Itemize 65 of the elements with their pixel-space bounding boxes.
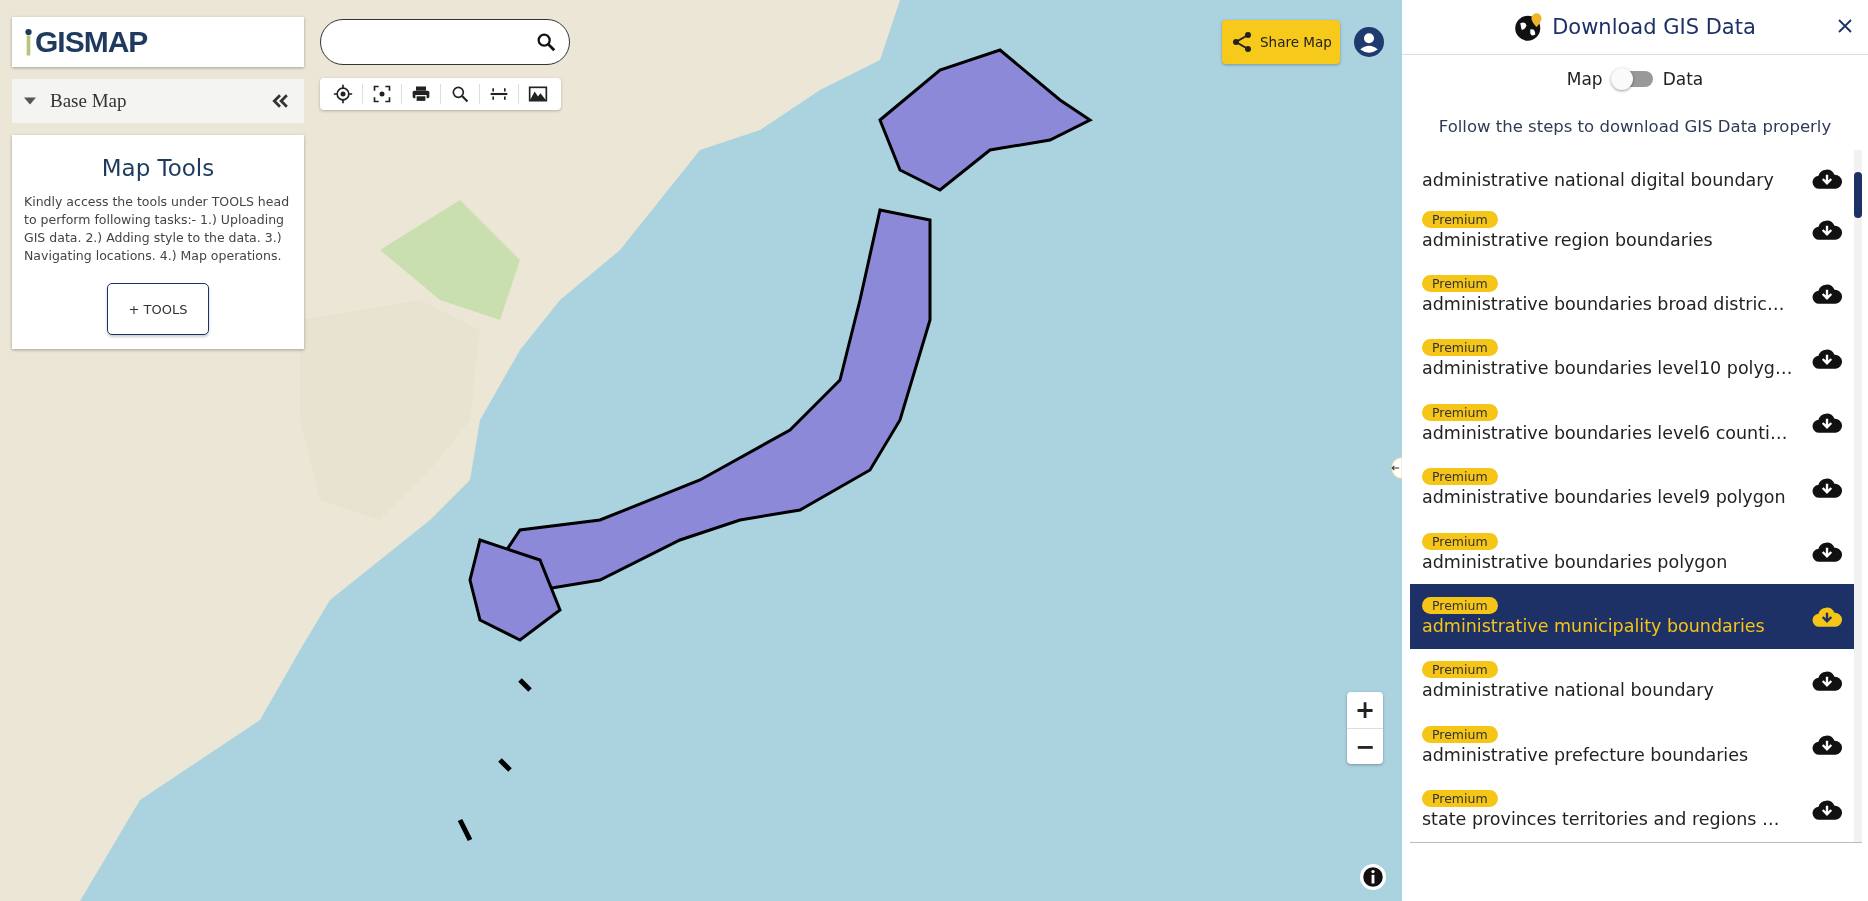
dataset-name: administrative boundaries polygon xyxy=(1422,551,1728,572)
premium-badge: Premium xyxy=(1422,661,1498,679)
cloud-download-icon[interactable] xyxy=(1812,670,1842,692)
premium-badge: Premium xyxy=(1422,532,1498,550)
dataset-item[interactable]: Premium administrative boundaries level9 polygon xyxy=(1410,455,1854,520)
user-avatar-icon[interactable] xyxy=(1353,27,1384,57)
dataset-item[interactable]: Premium administrative boundaries level6 counti… xyxy=(1410,391,1854,456)
search-icon[interactable] xyxy=(535,31,557,53)
share-map-button[interactable]: Share Map xyxy=(1222,20,1340,64)
premium-badge: Premium xyxy=(1422,210,1498,228)
dataset-name: administrative boundaries level10 polyg… xyxy=(1422,358,1793,379)
instruction-text: Follow the steps to download GIS Data properly xyxy=(1437,117,1833,136)
cloud-download-icon[interactable] xyxy=(1812,605,1842,628)
map-tools-title: Map Tools xyxy=(101,155,215,181)
cloud-download-icon[interactable] xyxy=(1812,412,1842,435)
dataset-item[interactable]: Premium administrative municipality boundaries xyxy=(1410,584,1854,649)
dataset-item[interactable]: Premium administrative prefecture boundaries xyxy=(1410,713,1854,778)
dataset-name: administrative prefecture boundaries xyxy=(1422,744,1749,765)
dataset-name: administrative national digital boundary xyxy=(1422,169,1774,190)
dataset-item[interactable]: Premium administrative boundaries broad distric… xyxy=(1410,262,1854,327)
cloud-download-icon[interactable] xyxy=(1812,219,1842,242)
logo-text: GISMAP xyxy=(35,25,148,59)
premium-badge: Premium xyxy=(1422,725,1498,743)
search-field[interactable] xyxy=(320,19,570,65)
dataset-name: administrative region boundaries xyxy=(1422,229,1713,250)
panel-title: Download GIS Data xyxy=(1552,15,1756,39)
zoom-in-button[interactable]: + xyxy=(1347,692,1383,728)
premium-badge: Premium xyxy=(1422,790,1498,808)
cloud-download-icon[interactable] xyxy=(1812,283,1842,306)
cloud-download-icon[interactable] xyxy=(1812,476,1842,499)
close-icon[interactable] xyxy=(1838,19,1852,33)
map-data-switch[interactable] xyxy=(1612,71,1653,87)
dataset-name: administrative boundaries level6 counti… xyxy=(1422,422,1788,443)
tools-button[interactable]: + TOOLS xyxy=(107,283,209,335)
premium-badge: Premium xyxy=(1422,468,1498,486)
scrollbar[interactable] xyxy=(1854,150,1862,842)
dataset-name: administrative boundaries broad distric… xyxy=(1422,293,1785,314)
dataset-item[interactable]: Premium state provinces territories and regions … xyxy=(1410,777,1854,843)
dataset-name: administrative boundaries level9 polygon xyxy=(1422,487,1786,508)
cloud-download-icon[interactable] xyxy=(1812,541,1842,564)
toggle-label: Data xyxy=(1662,69,1704,89)
cloud-download-icon[interactable] xyxy=(1812,347,1842,370)
dataset-item[interactable]: Premium administrative boundaries level10 polyg… xyxy=(1410,326,1854,392)
premium-badge: Premium xyxy=(1422,597,1498,615)
dataset-item[interactable]: Premium administrative region boundaries xyxy=(1410,197,1854,263)
dataset-item[interactable]: administrative national digital boundary xyxy=(1410,150,1854,198)
base-map-label: Base Map xyxy=(50,90,128,112)
info-icon[interactable] xyxy=(1360,864,1386,890)
map-tools-description: Kindly access the tools under TOOLS head to perform following tasks:- 1.) Uploading GIS data. 2.) Adding style to the data. 3.) Navigating locations. 4.) Map operations. xyxy=(24,193,291,265)
dataset-name: state provinces territories and regions … xyxy=(1422,809,1780,830)
premium-badge: Premium xyxy=(1422,339,1498,357)
share-icon xyxy=(1230,30,1254,54)
dataset-name: administrative municipality boundaries xyxy=(1422,616,1765,637)
collapse-icon[interactable] xyxy=(272,94,288,108)
base-map-header[interactable]: Base Map xyxy=(12,79,304,123)
cloud-download-icon[interactable] xyxy=(1812,798,1842,821)
premium-badge: Premium xyxy=(1422,403,1498,421)
cloud-download-icon[interactable] xyxy=(1812,734,1842,757)
dataset-item[interactable]: Premium administrative national boundary xyxy=(1410,648,1854,714)
cloud-download-icon[interactable] xyxy=(1812,167,1842,190)
zoom-out-button[interactable]: − xyxy=(1347,728,1383,764)
toggle-label: Map xyxy=(1566,69,1603,89)
dataset-item[interactable]: Premium administrative boundaries polygon xyxy=(1410,519,1854,585)
premium-badge: Premium xyxy=(1422,274,1498,292)
dataset-name: administrative national boundary xyxy=(1422,680,1714,701)
